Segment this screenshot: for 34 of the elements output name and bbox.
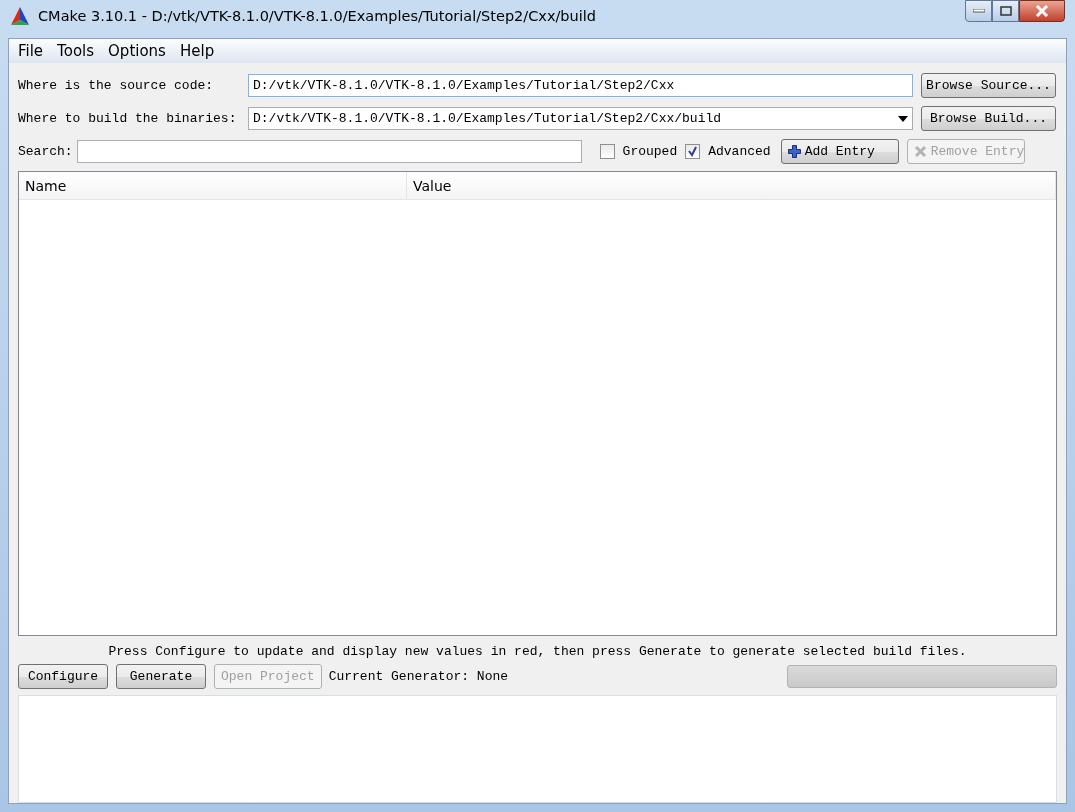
column-header[interactable]: Name [19,172,407,199]
checkbox-label: Advanced [708,142,771,161]
cross-icon [913,145,927,158]
app-logo-icon [10,6,30,26]
dropdown-arrow-icon[interactable] [898,115,908,122]
menu-item[interactable]: Options [101,39,173,63]
close-button[interactable] [1019,0,1065,22]
field-label: Where is the source code: [18,76,215,95]
action-button[interactable]: Configure [18,664,108,689]
checkbox[interactable] [599,144,615,159]
plus-icon [787,145,801,158]
menu-item[interactable]: Help [172,39,222,63]
browse-button[interactable]: Browse Build... [921,106,1056,131]
minimize-button[interactable] [965,0,992,22]
add-entry-button[interactable]: Add Entry [780,139,899,164]
path-field[interactable]: D:/vtk/VTK-8.1.0/VTK-8.1.0/Examples/Tutorial/Step2/Cxx [248,74,913,97]
action-button[interactable]: Generate [116,664,206,689]
close-icon [1035,5,1049,17]
window-title: CMake 3.10.1 - D:/vtk/VTK-8.1.0/VTK-8.1.0/Examples/Tutorial/Step2/Cxx/build [38,7,597,26]
generator-label: Current Generator: None [328,667,509,686]
column-header[interactable]: Value [407,172,1056,199]
field-label: Where to build the binaries: [18,109,238,128]
search-field[interactable] [76,140,582,163]
menu-item[interactable]: File [11,39,51,63]
maximize-icon [999,6,1012,16]
menu-item[interactable]: Tools [50,39,102,63]
maximize-button[interactable] [992,0,1019,22]
hint-text: Press Configure to update and display new values in red, then press Generate to generate selected build files. [107,643,968,661]
search-label: Search: [18,142,73,161]
browse-button[interactable]: Browse Source... [921,73,1056,98]
path-combobox[interactable]: D:/vtk/VTK-8.1.0/VTK-8.1.0/Examples/Tutorial/Step2/Cxx/build [248,107,913,130]
checkbox-label: Grouped [622,142,678,161]
checkbox[interactable] [685,144,701,159]
minimize-icon [972,9,985,13]
